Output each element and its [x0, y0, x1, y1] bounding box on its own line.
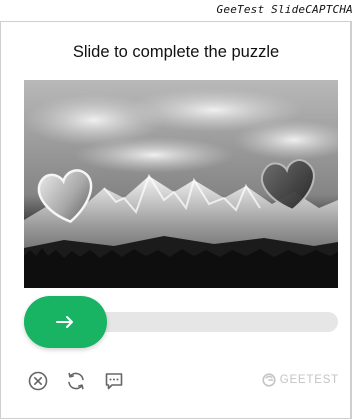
captcha-page: GeeTest SlideCAPTCHA Slide to complete t… [0, 0, 355, 419]
captcha-toolbar [26, 368, 126, 394]
arrow-right-icon [55, 316, 73, 328]
refresh-icon [68, 372, 84, 390]
close-button[interactable] [26, 369, 50, 393]
geetest-logo-icon [262, 373, 276, 387]
slider-handle[interactable] [24, 296, 107, 348]
tree-line [24, 248, 338, 288]
cloud [74, 137, 234, 173]
feedback-icon [105, 373, 123, 390]
refresh-button[interactable] [64, 369, 88, 393]
puzzle-image [24, 80, 338, 288]
feedback-button[interactable] [102, 369, 126, 393]
geetest-brand: GEETEST [262, 373, 339, 387]
corner-label: GeeTest SlideCAPTCHA [216, 3, 353, 16]
brand-text: GEETEST [279, 374, 339, 386]
close-circle-icon [28, 371, 48, 391]
captcha-title: Slide to complete the puzzle [72, 43, 280, 61]
